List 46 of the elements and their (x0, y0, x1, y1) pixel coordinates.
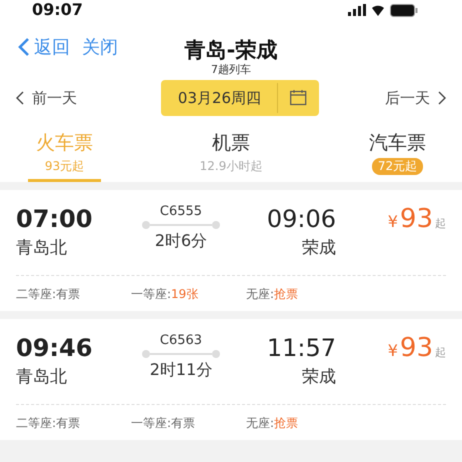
tab-label: 机票 (212, 131, 250, 156)
wifi-icon (371, 4, 385, 16)
seat-availability: 无座:抢票 (246, 286, 300, 303)
route-line-icon (142, 350, 220, 358)
train-count: 7趟列车 (211, 62, 251, 77)
previous-day-button[interactable]: 前一天 (16, 88, 77, 108)
arrival-time: 11:57 (266, 333, 336, 363)
departure-time: 07:00 (16, 204, 94, 234)
tab-note: 12.9小时起 (198, 158, 264, 175)
ticket-price: ¥93 起 (386, 333, 446, 363)
ticket-price: ¥93 起 (386, 204, 446, 234)
duration: 2时6分 (154, 231, 208, 252)
back-chevron-icon (18, 37, 30, 57)
calendar-icon (290, 90, 308, 106)
train-number: C6555 (160, 204, 202, 219)
tab-label: 火车票 (36, 131, 93, 156)
arrival-station: 荣成 (302, 237, 336, 259)
train-card[interactable]: 07:00 青岛北 C6555 2时6分 09:06 荣成 ¥93 起 二等座:有票 一等座:19张 无座:抢票 (0, 190, 462, 311)
seat-availability: 二等座:有票 (16, 415, 82, 432)
tab-label: 汽车票 (369, 131, 426, 156)
route-line-icon (142, 221, 220, 229)
tab-note: 93元起 (44, 158, 86, 175)
route-title: 青岛-荣成 (184, 38, 278, 62)
next-day-button[interactable]: 后一天 (385, 88, 446, 108)
seat-availability: 二等座:有票 (16, 286, 82, 303)
departure-station: 青岛北 (16, 366, 68, 388)
date-picker[interactable]: 03月26周四 (160, 80, 320, 116)
arrival-time: 09:06 (266, 204, 336, 234)
transport-tab[interactable]: 机票 12.9小时起 (186, 130, 276, 182)
chevron-left-icon (16, 91, 24, 105)
seat-availability: 一等座:19张 (131, 286, 200, 303)
seat-availability: 无座:抢票 (246, 415, 300, 432)
departure-station: 青岛北 (16, 237, 68, 259)
departure-time: 09:46 (16, 333, 94, 363)
arrival-station: 荣成 (302, 366, 336, 388)
train-number: C6563 (160, 333, 202, 348)
status-time: 09:07 (32, 0, 83, 20)
seat-availability: 一等座:有票 (131, 415, 196, 432)
transport-tab[interactable]: 汽车票 72元起 (361, 130, 434, 182)
chevron-right-icon (438, 91, 446, 105)
duration: 2时11分 (150, 360, 212, 381)
price-badge: 72元起 (372, 158, 424, 175)
train-card[interactable]: 09:46 青岛北 C6563 2时11分 11:57 荣成 ¥93 起 二等座:有票 一等座:有票 无座:抢票 (0, 319, 462, 440)
selected-date: 03月26周四 (160, 83, 278, 113)
signal-icon (348, 4, 366, 16)
battery-icon (390, 4, 418, 16)
